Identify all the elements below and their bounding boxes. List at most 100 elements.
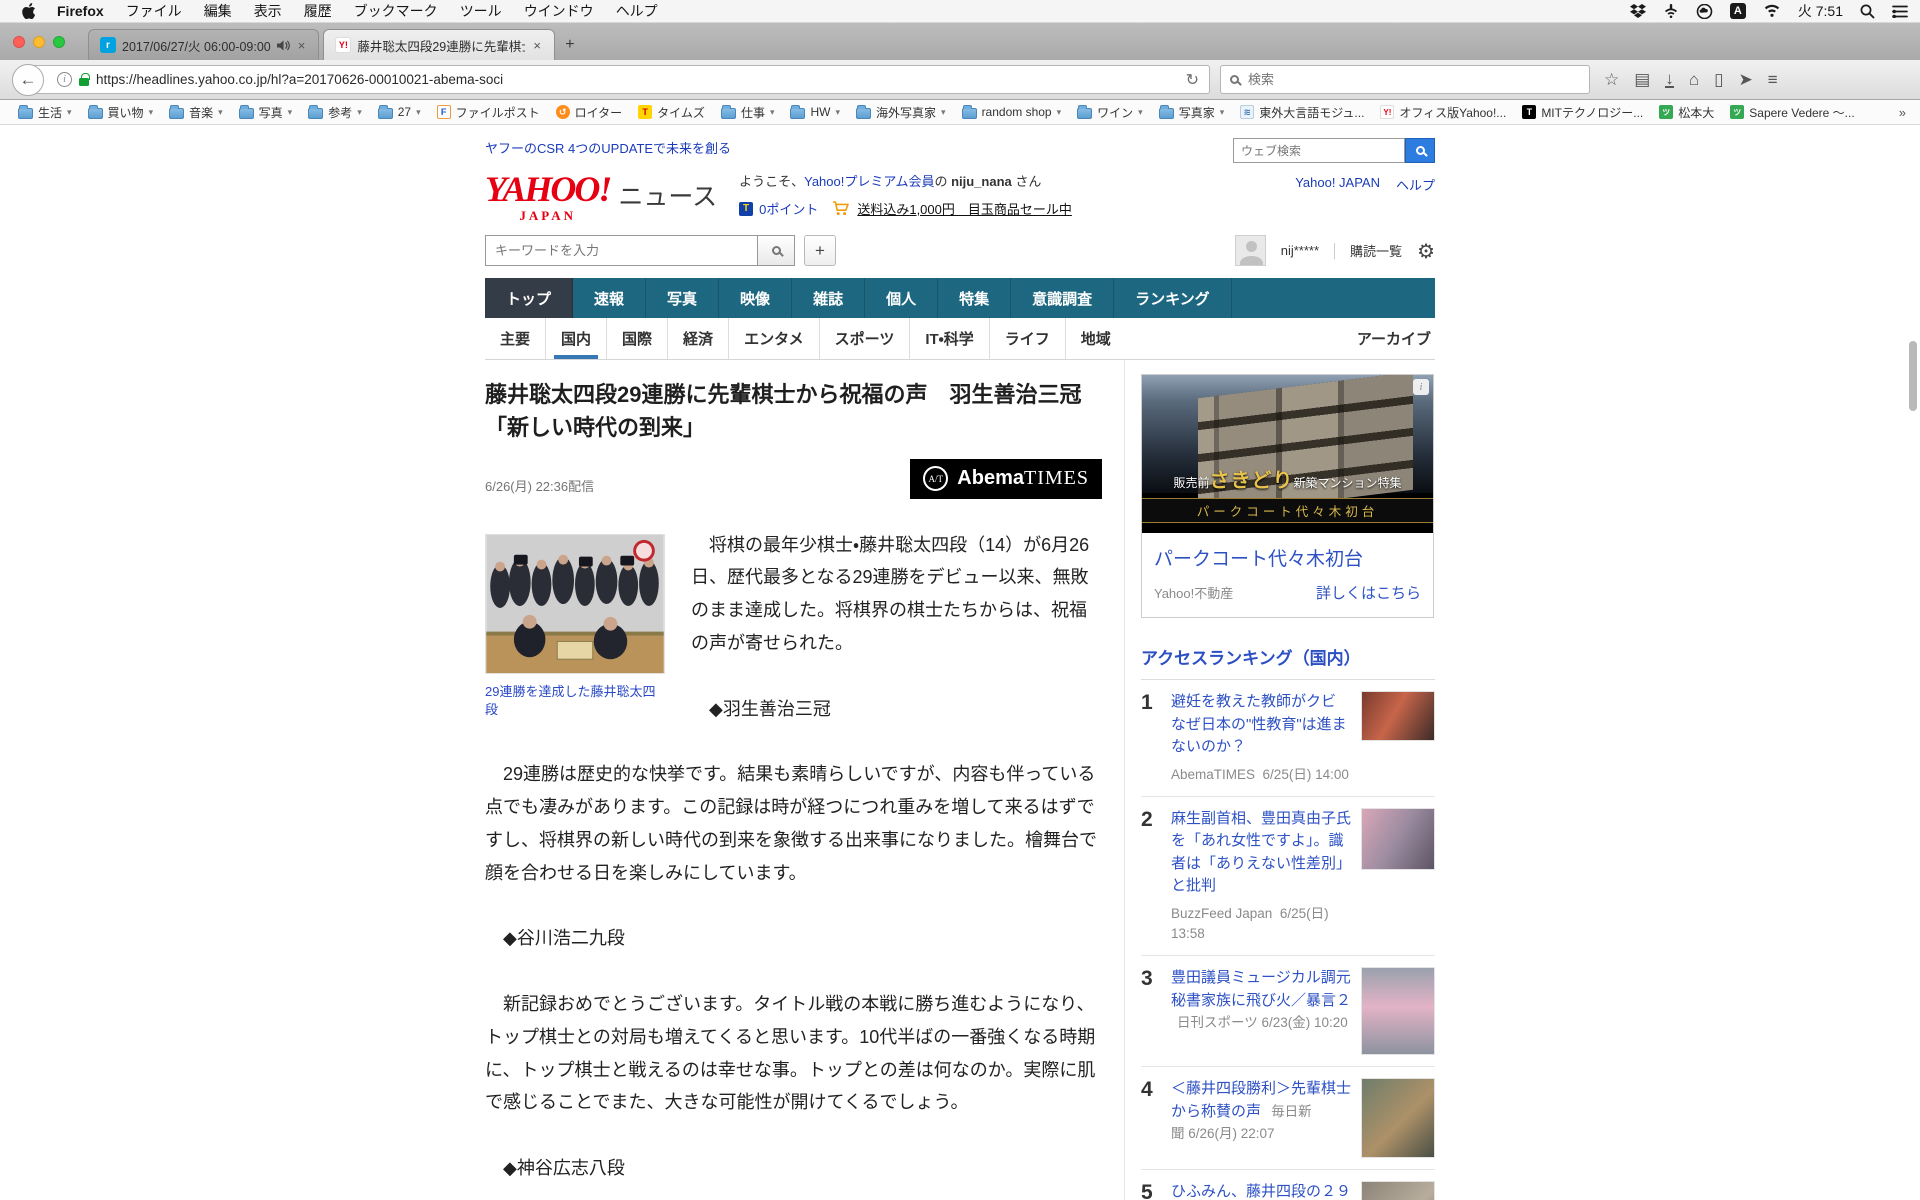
page-info-icon[interactable]: i <box>57 72 72 87</box>
bookmark-folder-photographers[interactable]: 写真家▾ <box>1151 104 1233 121</box>
downloads-icon[interactable]: ↓ <box>1665 71 1674 88</box>
thumbnail[interactable] <box>1361 808 1435 870</box>
library-icon[interactable]: ▤ <box>1634 70 1650 90</box>
close-tab-icon[interactable]: × <box>531 38 543 53</box>
nav-video[interactable]: 映像 <box>719 278 792 318</box>
dropbox-icon[interactable] <box>1630 4 1646 18</box>
subnav-economy[interactable]: 経済 <box>667 318 728 359</box>
subnav-major[interactable]: 主要 <box>485 318 545 359</box>
nav-personal[interactable]: 個人 <box>865 278 938 318</box>
ad-title-link[interactable]: パークコート代々木初台 <box>1154 544 1421 571</box>
ranking-link[interactable]: 麻生副首相、豊田真由子氏を「あれ女性ですよ」。識者は「ありえない性差別」と批判 <box>1171 810 1351 895</box>
news-search-button[interactable] <box>757 235 795 266</box>
user-id[interactable]: nij***** <box>1281 243 1319 258</box>
bookmark-sapere-vedere[interactable]: ツSapere Vedere ～... <box>1722 104 1862 121</box>
spotlight-search-icon[interactable] <box>1860 4 1875 19</box>
nav-photo[interactable]: 写真 <box>646 278 719 318</box>
web-search-input[interactable] <box>1233 138 1405 163</box>
ad-image[interactable]: i 販売前さきどり新築マンション特集 パークコート代々木初台 <box>1142 375 1433 533</box>
thumbnail[interactable] <box>1361 691 1435 741</box>
bookmarks-overflow-icon[interactable]: » <box>1895 105 1910 120</box>
bookmark-folder-music[interactable]: 音楽▾ <box>161 104 231 121</box>
menu-view[interactable]: 表示 <box>243 1 293 21</box>
premium-member-link[interactable]: Yahoo!プレミアム会員 <box>804 174 934 189</box>
gear-icon[interactable]: ⚙ <box>1417 239 1435 263</box>
nav-top[interactable]: トップ <box>485 278 573 318</box>
bookmark-yahoo-office[interactable]: Y!オフィス版Yahoo!... <box>1372 104 1514 121</box>
article-photo[interactable] <box>485 534 665 674</box>
menu-file[interactable]: ファイル <box>115 1 193 21</box>
subnav-international[interactable]: 国際 <box>606 318 667 359</box>
csr-promo-link[interactable]: ヤフーのCSR 4つのUPDATEで未来を創る <box>485 138 731 157</box>
notification-center-icon[interactable] <box>1892 5 1908 18</box>
subnav-region[interactable]: 地域 <box>1065 318 1126 359</box>
bookmark-folder-wine[interactable]: ワイン▾ <box>1069 104 1151 121</box>
nav-survey[interactable]: 意識調査 <box>1011 278 1114 318</box>
ad-cta-link[interactable]: 詳しくはこちら <box>1316 582 1421 603</box>
subnav-sports[interactable]: スポーツ <box>819 318 910 359</box>
browser-search-input[interactable] <box>1246 71 1580 88</box>
share-icon[interactable]: ➤ <box>1738 70 1752 90</box>
abematimes-logo[interactable]: A/T AbemaTIMES <box>910 459 1102 499</box>
bookmark-star-icon[interactable]: ☆ <box>1604 70 1619 90</box>
ranking-link[interactable]: ＜藤井四段勝利＞先輩棋士から称賛の声 <box>1171 1080 1351 1120</box>
ranking-header[interactable]: アクセスランキング（国内） <box>1141 644 1435 680</box>
nav-ranking[interactable]: ランキング <box>1114 278 1232 318</box>
url-text[interactable]: https://headlines.yahoo.co.jp/hl?a=20170… <box>96 72 503 87</box>
points-link[interactable]: 0ポイント <box>759 199 818 218</box>
new-tab-button[interactable]: + <box>555 29 585 60</box>
bookmark-folder-shopping[interactable]: 買い物▾ <box>80 104 162 121</box>
tab-radiko[interactable]: r 2017/06/27/火 06:00-09:00 × <box>88 29 319 60</box>
yahoo-japan-link[interactable]: Yahoo! JAPAN <box>1295 175 1380 194</box>
home-icon[interactable]: ⌂ <box>1689 70 1699 90</box>
tab-audio-icon[interactable] <box>277 40 290 51</box>
bookmark-mit-tech[interactable]: TMITテクノロジー... <box>1514 104 1651 121</box>
bookmark-folder-random-shop[interactable]: random shop▾ <box>954 105 1070 119</box>
reload-icon[interactable]: ↻ <box>1186 70 1199 90</box>
avatar[interactable] <box>1235 235 1266 266</box>
help-link[interactable]: ヘルプ <box>1396 175 1435 194</box>
input-source-icon[interactable]: A <box>1730 3 1746 19</box>
hamburger-menu-icon[interactable]: ≡ <box>1768 70 1778 90</box>
photo-caption-link[interactable]: 29連勝を達成した藤井聡太四段 <box>485 683 665 719</box>
bookmark-folder-life[interactable]: 生活▾ <box>10 104 80 121</box>
apple-menu[interactable] <box>12 3 46 19</box>
tab-yahoo-news-active[interactable]: Y! 藤井聡太四段29連勝に先輩棋士 × <box>323 29 555 60</box>
ranking-link[interactable]: ひふみん、藤井四段の２９連勝は「空前絶後の大記録。これからも連勝記録は伸びると思… <box>1171 1183 1351 1200</box>
subscriptions-link[interactable]: 購読一覧 <box>1350 241 1402 260</box>
news-search-input[interactable] <box>485 235 757 266</box>
thumbnail[interactable] <box>1361 1078 1435 1158</box>
adchoices-icon[interactable]: i <box>1413 379 1429 395</box>
yahoo-news-logo[interactable]: YAHOO! JAPAN ニュース <box>485 171 717 222</box>
web-search-button[interactable] <box>1405 138 1435 163</box>
subnav-entertainment[interactable]: エンタメ <box>728 318 819 359</box>
bookmark-folder-work[interactable]: 仕事▾ <box>713 104 783 121</box>
browser-search-bar[interactable] <box>1220 65 1590 94</box>
bookmark-reuters[interactable]: ↺ロイター <box>548 104 631 121</box>
shipping-sale-link[interactable]: 送料込み1,000円 目玉商品セール中 <box>857 199 1072 218</box>
menu-edit[interactable]: 編集 <box>193 1 243 21</box>
url-bar[interactable]: i https://headlines.yahoo.co.jp/hl?a=201… <box>30 65 1210 94</box>
https-lock-icon[interactable] <box>79 78 89 86</box>
creative-cloud-icon[interactable] <box>1696 4 1713 19</box>
subnav-life[interactable]: ライフ <box>989 318 1065 359</box>
bookmark-folder-hw[interactable]: HW▾ <box>782 105 848 119</box>
menu-window[interactable]: ウインドウ <box>513 1 605 21</box>
minimize-window-button[interactable] <box>33 36 45 48</box>
bookmark-folder-reference[interactable]: 参考▾ <box>300 104 370 121</box>
menu-tools[interactable]: ツール <box>449 1 513 21</box>
bookmark-folder-27[interactable]: 27▾ <box>370 105 429 119</box>
nav-sokuho[interactable]: 速報 <box>573 278 646 318</box>
close-tab-icon[interactable]: × <box>296 38 308 53</box>
menu-help[interactable]: ヘルプ <box>605 1 669 21</box>
bookmark-matsumoto[interactable]: ツ松本大 <box>1651 104 1722 121</box>
bookmark-times[interactable]: Tタイムズ <box>630 104 713 121</box>
keyboard-wifi-icon[interactable] <box>1663 4 1679 18</box>
subnav-it-science[interactable]: IT・科学 <box>909 318 988 359</box>
ranking-link[interactable]: 避妊を教えた教師がクビ なぜ日本の"性教育"は進まないのか？ <box>1171 693 1351 755</box>
ranking-link[interactable]: 豊田議員ミュージカル調元秘書家族に飛び火／暴言２ <box>1171 969 1351 1009</box>
menu-bookmarks[interactable]: ブックマーク <box>343 1 449 21</box>
bookmark-folder-photo[interactable]: 写真▾ <box>231 104 301 121</box>
thumbnail[interactable] <box>1361 1181 1435 1200</box>
ad-box[interactable]: i 販売前さきどり新築マンション特集 パークコート代々木初台 パークコート代々木… <box>1141 374 1434 618</box>
